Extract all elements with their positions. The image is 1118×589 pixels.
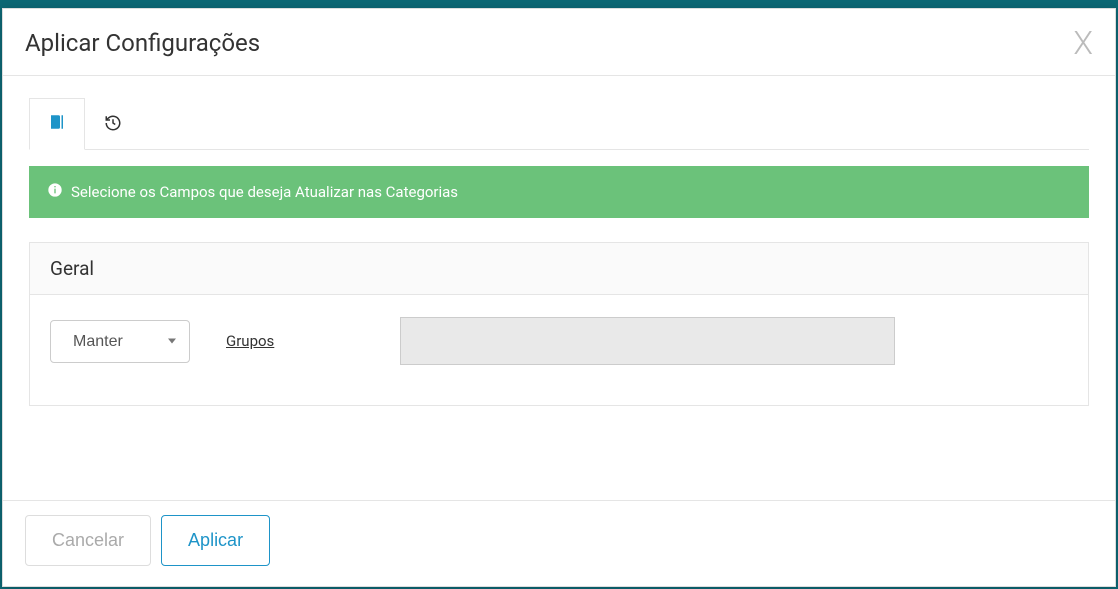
tabs [29,98,1089,150]
alert-message: Selecione os Campos que deseja Atualizar… [71,183,458,201]
info-alert: Selecione os Campos que deseja Atualizar… [29,166,1089,218]
book-icon [48,113,66,135]
close-button[interactable]: X [1073,27,1093,59]
panel-body: Manter Grupos [30,295,1088,405]
action-select[interactable]: Manter [50,320,190,363]
modal-body: Selecione os Campos que deseja Atualizar… [3,76,1115,500]
general-panel: Geral Manter Grupos [29,242,1089,406]
modal-header: Aplicar Configurações X [3,9,1115,76]
tab-history[interactable] [85,98,141,150]
panel-title: Geral [50,257,1068,280]
groups-input[interactable] [400,317,895,365]
alert-icon [47,182,63,202]
history-icon [104,114,122,136]
groups-label[interactable]: Grupos [226,332,274,350]
apply-button[interactable]: Aplicar [161,515,270,566]
cancel-button[interactable]: Cancelar [25,515,151,566]
panel-header: Geral [30,243,1088,295]
tab-main[interactable] [29,98,85,150]
apply-settings-modal: Aplicar Configurações X Selecione os Cam… [2,8,1116,587]
action-select-wrap: Manter [50,320,190,363]
modal-footer: Cancelar Aplicar [3,500,1115,586]
modal-title: Aplicar Configurações [25,29,260,57]
